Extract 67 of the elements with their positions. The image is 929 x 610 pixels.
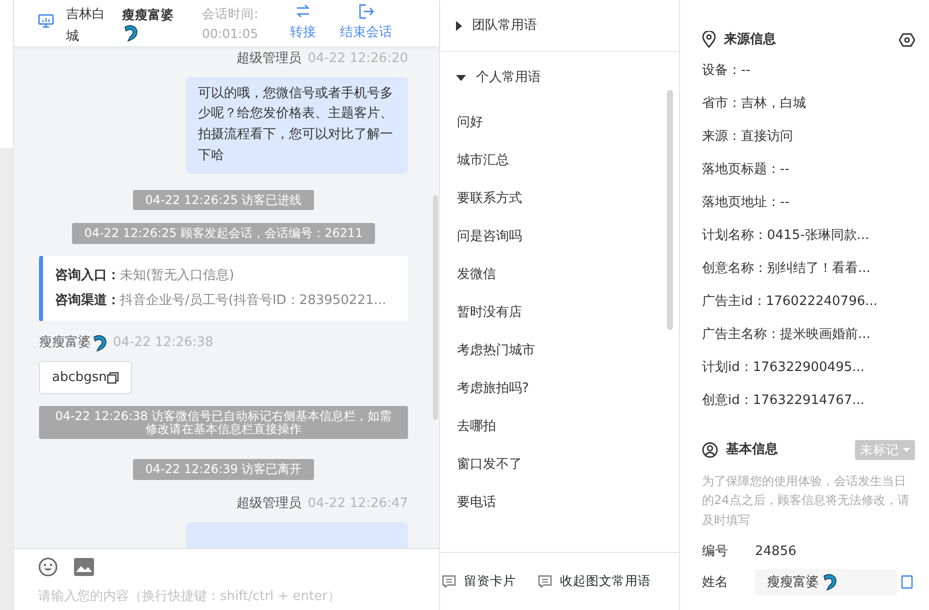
phrase-item[interactable]: 城市汇总	[440, 142, 679, 180]
info-field: 落地页地址：--	[702, 186, 915, 220]
notice-text: 为了保障您的使用体验，会话发生当日的24点之后，顾客信息将无法修改，请及时填写	[702, 473, 910, 529]
info-field: 计划id：176322900495...	[702, 352, 915, 384]
phrase-item[interactable]: 考虑旅拍吗?	[440, 370, 679, 408]
message-icon	[442, 575, 456, 588]
info-line: 咨询入口：未知(暂无入口信息)	[55, 266, 236, 285]
message-bubble: 可以的哦，您微信号或者手机号多少呢？给您发价格表、主题客片、拍摄流程看下，您可以对比了解一下哈	[186, 76, 408, 174]
info-line: 咨询渠道：抖音企业号/员工号(抖音号ID：283950221...	[55, 292, 388, 310]
message-time: 04-22 12:26:20	[308, 50, 408, 68]
phrase-item[interactable]: 问好	[440, 104, 679, 142]
info-field: 广告主名称：提米映画婚前...	[702, 318, 915, 352]
info-field: 来源：直接访问	[702, 120, 915, 154]
caret-down-icon	[456, 75, 466, 81]
caret-right-icon	[456, 20, 462, 30]
field-label: 编号	[702, 542, 729, 561]
info-field: 设备：--	[702, 54, 915, 88]
footer-button[interactable]: 留资卡片	[442, 572, 516, 591]
message-time: 04-22 12:26:38	[113, 334, 214, 352]
phrase-item[interactable]: 发微信	[440, 256, 679, 294]
field-value: 24856	[755, 542, 796, 561]
message-text: abcbgsn	[52, 368, 107, 387]
image-icon[interactable]	[74, 558, 94, 576]
phrase-group-toggle[interactable]: 团队常用语	[440, 0, 679, 52]
sender-name: 超级管理员	[236, 50, 302, 68]
caret-down-icon	[903, 448, 910, 452]
system-notice: 04-22 12:26:38 访客微信号已自动标记右侧基本信息栏，如需修改请在基本信息栏直接操作	[39, 406, 408, 440]
message-icon	[538, 575, 552, 588]
visitor-name: 瘦瘦富婆	[122, 6, 175, 24]
info-field: 省市：吉林，白城	[702, 88, 915, 120]
scrollbar-thumb[interactable]	[667, 90, 673, 330]
info-field: 创意名称：别纠结了！看看...	[702, 252, 915, 286]
info-field: 落地页标题：--	[702, 154, 915, 186]
settings-icon[interactable]	[899, 32, 915, 47]
phrase-item[interactable]: 暂时没有店	[440, 294, 679, 332]
phrase-item[interactable]: 去哪拍	[440, 408, 679, 446]
message-composer[interactable]: 请输入您的内容（换行快捷键：shift/ctrl + enter）	[14, 548, 439, 610]
sender-name: 瘦瘦富婆	[39, 334, 91, 352]
exit-icon	[358, 4, 374, 19]
field-label: 姓名	[702, 574, 729, 592]
info-field: 计划名称：0415-张琳同款...	[702, 220, 915, 252]
user-circle-icon	[702, 442, 718, 458]
location-label: 吉林白城	[66, 6, 106, 46]
session-time-label: 会话时间:	[202, 5, 260, 23]
session-timer: 00:01:05	[202, 25, 260, 43]
phrase-item[interactable]: 要电话	[440, 484, 679, 522]
sender-name: 超级管理员	[236, 495, 302, 514]
section-title: 基本信息	[726, 441, 779, 460]
system-notice: 04-22 12:26:25 访客已进线	[133, 190, 314, 210]
system-notice: 04-22 12:26:39 访客已离开	[133, 459, 314, 480]
name-field[interactable]: 瘦瘦富婆	[755, 569, 897, 596]
scrollbar-thumb[interactable]	[433, 195, 438, 420]
info-field: 创意id：176322914767...	[702, 384, 915, 418]
footer-button[interactable]: 收起图文常用语	[538, 572, 651, 591]
smiley-icon[interactable]	[38, 557, 58, 577]
phrase-item[interactable]: 问是咨询吗	[440, 218, 679, 256]
section-title: 来源信息	[724, 31, 777, 49]
transfer-arrows-icon	[295, 4, 311, 19]
phrase-item[interactable]: 要联系方式	[440, 180, 679, 218]
system-notice: 04-22 12:26:25 顾客发起会话，会话编号：26211	[72, 223, 375, 244]
info-field: 广告主id：176022240796...	[702, 286, 915, 318]
message-time: 04-22 12:26:47	[308, 495, 408, 514]
phrase-item[interactable]: 窗口发不了	[440, 446, 679, 484]
phrase-group-toggle[interactable]: 个人常用语	[440, 52, 679, 104]
location-pin-icon	[702, 31, 716, 48]
monitor-icon	[38, 14, 54, 28]
phrase-item[interactable]: 考虑热门城市	[440, 332, 679, 370]
